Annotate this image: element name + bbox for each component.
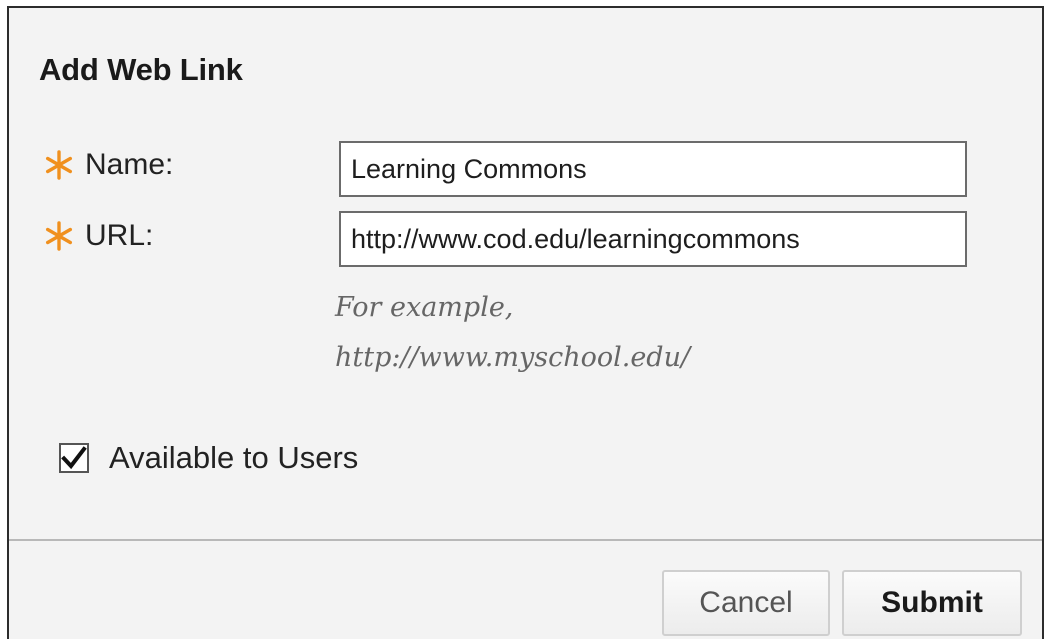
url-label-text: URL: xyxy=(85,219,154,252)
dialog-title: Add Web Link xyxy=(39,52,243,87)
url-field-label: URL: xyxy=(43,219,153,253)
url-example-hint: For example, http://www.myschool.edu/ xyxy=(335,283,690,383)
add-web-link-dialog: Add Web Link Name: URL: xyxy=(7,6,1044,639)
cancel-button[interactable]: Cancel xyxy=(662,570,830,636)
required-asterisk-icon xyxy=(43,220,75,252)
name-input[interactable] xyxy=(339,141,967,197)
available-checkbox-label: Available to Users xyxy=(109,440,359,475)
available-checkbox[interactable] xyxy=(59,443,89,473)
available-to-users-row[interactable]: Available to Users xyxy=(59,440,358,476)
footer-divider xyxy=(9,539,1042,541)
name-label-text: Name: xyxy=(85,148,174,181)
submit-button[interactable]: Submit xyxy=(842,570,1022,636)
checkmark-icon xyxy=(61,446,87,470)
hint-line-2: http://www.myschool.edu/ xyxy=(335,342,691,373)
url-input[interactable] xyxy=(339,211,967,267)
hint-line-1: For example, xyxy=(335,292,514,323)
required-asterisk-icon xyxy=(43,149,75,181)
name-field-label: Name: xyxy=(43,148,173,182)
